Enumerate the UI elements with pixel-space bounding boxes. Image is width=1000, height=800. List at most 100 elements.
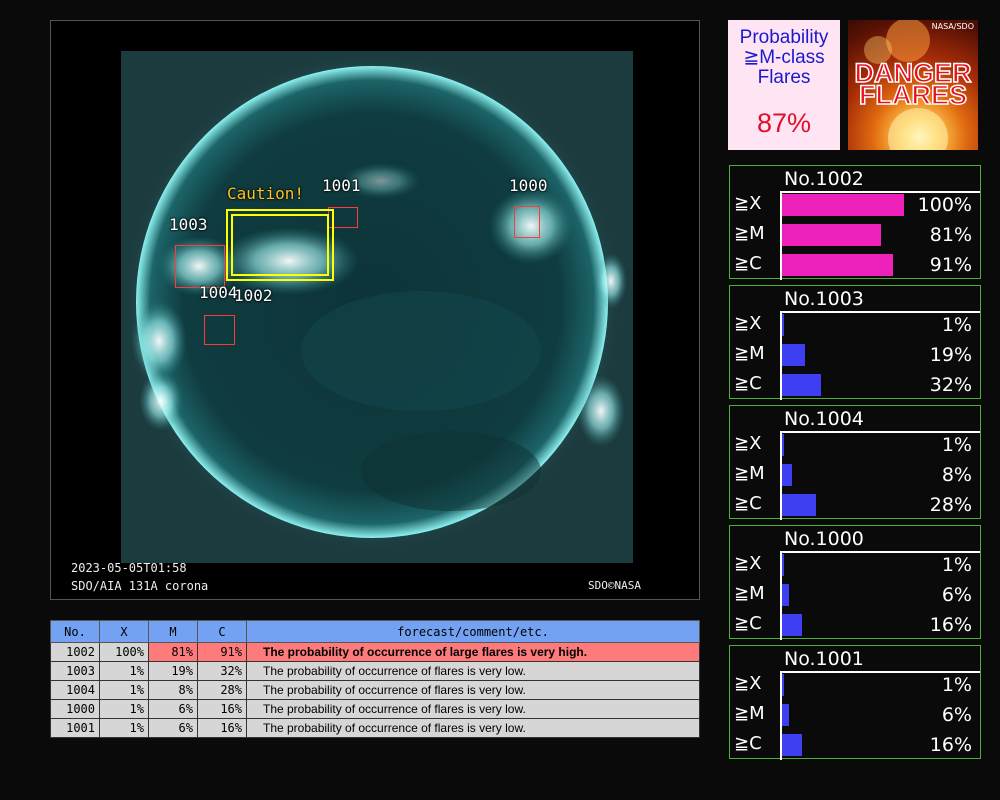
cell-comment: The probability of occurrence of flares … bbox=[246, 699, 700, 719]
probability-row: ≧M 81% bbox=[730, 221, 980, 251]
region-card-1002: No.1002 ≧X 100% ≧M 81% ≧C 91% bbox=[729, 165, 981, 281]
table-row: 1000 1% 6% 16% The probability of occurrence… bbox=[50, 699, 700, 719]
probability-percent: 8% bbox=[941, 464, 972, 486]
region-card-1001: No.1001 ≧X 1% ≧M 6% ≧C 16% bbox=[729, 645, 981, 761]
probability-bar bbox=[782, 254, 893, 276]
probability-percent: 16% bbox=[929, 614, 972, 636]
image-credit: SDO©NASA bbox=[588, 579, 641, 592]
probability-percent: 19% bbox=[929, 344, 972, 366]
flare-class-label: ≧C bbox=[734, 613, 762, 634]
probability-percent: 6% bbox=[941, 704, 972, 726]
col-header-comment: forecast/comment/etc. bbox=[246, 620, 700, 643]
col-header-c: C bbox=[197, 620, 247, 643]
cell-x-prob: 100% bbox=[99, 642, 149, 662]
probability-bar bbox=[782, 434, 784, 456]
flare-class-label: ≧X bbox=[734, 553, 762, 574]
region-label-1004: 1004 bbox=[199, 283, 238, 302]
flare-class-label: ≧M bbox=[734, 223, 765, 244]
probability-row: ≧C 91% bbox=[730, 251, 980, 281]
probability-row: ≧M 19% bbox=[730, 341, 980, 371]
cell-region-no: 1000 bbox=[50, 699, 100, 719]
flare-class-label: ≧X bbox=[734, 433, 762, 454]
cell-region-no: 1004 bbox=[50, 680, 100, 700]
region-label-1003: 1003 bbox=[169, 215, 208, 234]
probability-row: ≧X 1% bbox=[730, 551, 980, 581]
probability-bar bbox=[782, 194, 904, 216]
probability-percent: 16% bbox=[929, 734, 972, 756]
cell-c-prob: 91% bbox=[197, 642, 247, 662]
flare-class-label: ≧X bbox=[734, 313, 762, 334]
probability-row: ≧M 6% bbox=[730, 701, 980, 731]
flare-class-label: ≧M bbox=[734, 343, 765, 364]
cell-region-no: 1002 bbox=[50, 642, 100, 662]
flare-class-label: ≧C bbox=[734, 253, 762, 274]
probability-card: Probability ≧M-class Flares 87% bbox=[728, 20, 840, 150]
flare-class-label: ≧X bbox=[734, 673, 762, 694]
danger-banner-line2: FLARES bbox=[858, 80, 968, 110]
region-box-1000[interactable] bbox=[514, 206, 540, 238]
danger-flares-banner: NASA/SDO DANGER FLARES bbox=[848, 20, 978, 150]
probability-bar bbox=[782, 674, 784, 696]
image-instrument: SDO/AIA 131A corona bbox=[71, 579, 209, 593]
cell-comment: The probability of occurrence of flares … bbox=[246, 718, 700, 738]
cell-comment: The probability of occurrence of flares … bbox=[246, 661, 700, 681]
cell-c-prob: 28% bbox=[197, 680, 247, 700]
probability-bar bbox=[782, 464, 792, 486]
region-box-1004[interactable] bbox=[204, 315, 235, 345]
probability-bar bbox=[782, 584, 789, 606]
flare-class-label: ≧M bbox=[734, 463, 765, 484]
caution-box-1002[interactable] bbox=[226, 209, 334, 281]
cell-comment: The probability of occurrence of flares … bbox=[246, 680, 700, 700]
cell-c-prob: 32% bbox=[197, 661, 247, 681]
probability-bar bbox=[782, 374, 821, 396]
cell-m-prob: 19% bbox=[148, 661, 198, 681]
probability-row: ≧C 28% bbox=[730, 491, 980, 521]
danger-banner-text: DANGER FLARES bbox=[848, 59, 978, 110]
probability-row: ≧C 32% bbox=[730, 371, 980, 401]
flare-class-label: ≧C bbox=[734, 493, 762, 514]
table-row: 1004 1% 8% 28% The probability of occurrence… bbox=[50, 680, 700, 700]
region-box-1003[interactable] bbox=[175, 245, 225, 288]
cell-c-prob: 16% bbox=[197, 718, 247, 738]
flare-class-label: ≧M bbox=[734, 583, 765, 604]
probability-percent: 1% bbox=[941, 674, 972, 696]
cell-x-prob: 1% bbox=[99, 661, 149, 681]
probability-percent: 6% bbox=[941, 584, 972, 606]
cell-comment: The probability of occurrence of large f… bbox=[246, 642, 700, 662]
probability-percent: 81% bbox=[929, 224, 972, 246]
region-card-title: No.1000 bbox=[784, 528, 864, 550]
probability-percent: 1% bbox=[941, 314, 972, 336]
cell-c-prob: 16% bbox=[197, 699, 247, 719]
sun-image: 1000 1001 1002 1003 1004 Caution! bbox=[121, 51, 633, 563]
cell-region-no: 1001 bbox=[50, 718, 100, 738]
probability-bar bbox=[782, 494, 816, 516]
cell-region-no: 1003 bbox=[50, 661, 100, 681]
probability-percent: 32% bbox=[929, 374, 972, 396]
probability-row: ≧X 1% bbox=[730, 311, 980, 341]
sun-disk-graphic bbox=[122, 52, 627, 552]
probability-title: Probability ≧M-class Flares bbox=[739, 27, 829, 88]
col-header-x: X bbox=[99, 620, 149, 643]
region-card-title: No.1002 bbox=[784, 168, 864, 190]
solar-image-panel: 1000 1001 1002 1003 1004 Caution! 2023-0… bbox=[50, 20, 700, 600]
flare-class-label: ≧M bbox=[734, 703, 765, 724]
cell-m-prob: 81% bbox=[148, 642, 198, 662]
cell-x-prob: 1% bbox=[99, 699, 149, 719]
forecast-table: No. X M C forecast/comment/etc. 1002 100%… bbox=[50, 620, 700, 738]
table-header-row: No. X M C forecast/comment/etc. bbox=[50, 620, 700, 643]
probability-percent: 91% bbox=[929, 254, 972, 276]
probability-row: ≧C 16% bbox=[730, 731, 980, 761]
region-label-1000: 1000 bbox=[509, 176, 548, 195]
probability-row: ≧X 1% bbox=[730, 431, 980, 461]
probability-bar bbox=[782, 704, 789, 726]
probability-bar bbox=[782, 224, 881, 246]
probability-value: 87% bbox=[756, 108, 812, 138]
probability-row: ≧M 8% bbox=[730, 461, 980, 491]
probability-percent: 1% bbox=[941, 554, 972, 576]
probability-bar bbox=[782, 554, 784, 576]
region-card-1003: No.1003 ≧X 1% ≧M 19% ≧C 32% bbox=[729, 285, 981, 401]
probability-bar bbox=[782, 614, 802, 636]
danger-banner-credit: NASA/SDO bbox=[931, 22, 974, 31]
probability-row: ≧X 1% bbox=[730, 671, 980, 701]
flare-class-label: ≧X bbox=[734, 193, 762, 214]
